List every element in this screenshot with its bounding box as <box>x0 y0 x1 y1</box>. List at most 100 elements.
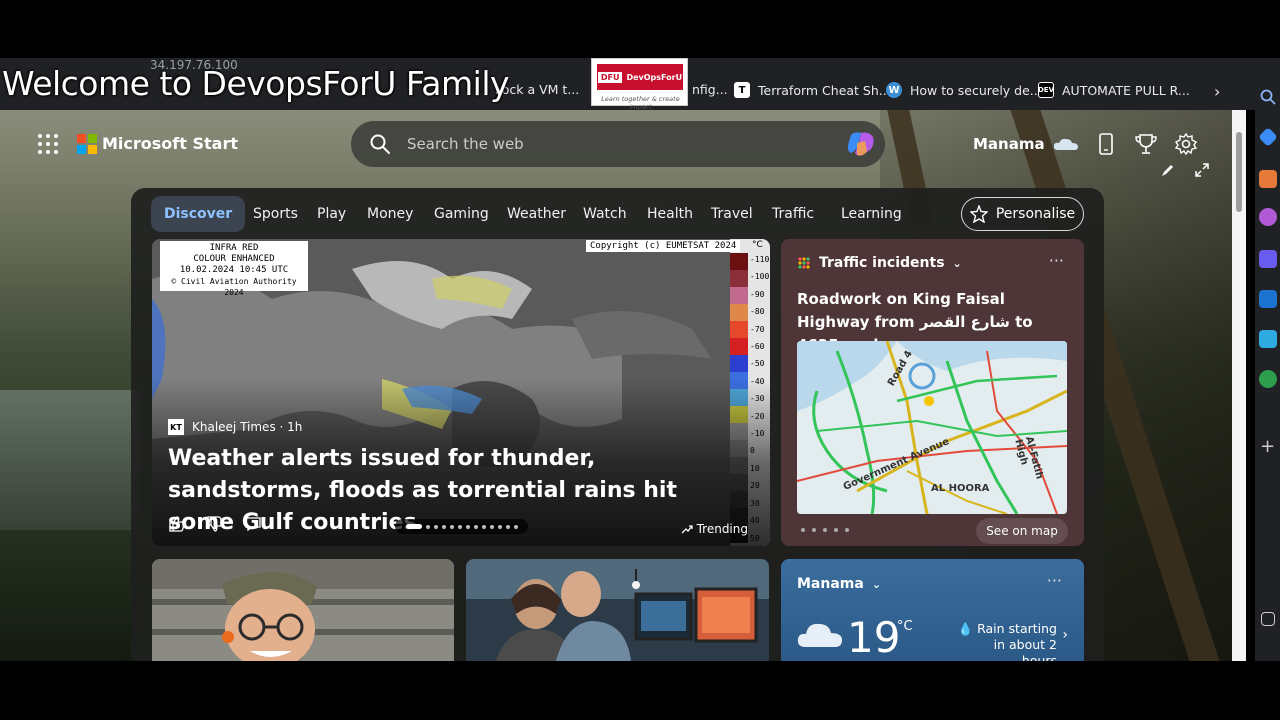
tab-traffic[interactable]: Traffic <box>772 196 814 232</box>
microsoft-logo-icon <box>77 134 97 154</box>
legend-value: -60 <box>750 342 765 352</box>
personalise-button[interactable]: Personalise <box>961 197 1084 231</box>
traffic-header-label: Traffic incidents <box>819 255 945 271</box>
edit-background-icon[interactable] <box>1160 162 1176 178</box>
traffic-card[interactable]: Traffic incidents ⌄ ··· Roadwork on King… <box>781 239 1084 546</box>
chevron-down-icon: ⌄ <box>952 256 962 270</box>
location-weather[interactable]: Manama <box>973 135 1079 153</box>
sidebar-search-icon[interactable] <box>1259 88 1277 106</box>
tab-health[interactable]: Health <box>647 196 693 232</box>
raindrop-icon: 💧 <box>957 621 974 636</box>
thumbs-up-icon[interactable] <box>168 515 186 533</box>
bookmark-config[interactable]: nfig... <box>692 82 728 97</box>
sidebar-tag-icon[interactable] <box>1258 127 1278 147</box>
sidebar-add-icon[interactable]: + <box>1260 436 1275 457</box>
hero-story-card[interactable]: INFRA RED COLOUR ENHANCED 10.02.2024 10:… <box>152 239 770 546</box>
traffic-header[interactable]: Traffic incidents ⌄ <box>797 255 962 271</box>
screen: 34.197.76.100 Lock a VM t... nfig... T T… <box>0 0 1280 720</box>
background-trees <box>0 530 140 661</box>
satellite-label-line: COLOUR ENHANCED <box>193 254 275 264</box>
trending-badge: Trending <box>681 522 748 536</box>
dfu-logo-tagline: Learn together & create impact <box>601 95 680 111</box>
settings-gear-icon[interactable] <box>1174 132 1198 156</box>
khaleej-times-icon: KT <box>168 419 184 435</box>
story-source-label: Khaleej Times · 1h <box>192 420 303 434</box>
bookmark-automate[interactable]: DEV AUTOMATE PULL R... <box>1038 82 1190 98</box>
see-on-map-button[interactable]: See on map <box>976 518 1068 544</box>
search-box[interactable]: Search the web <box>351 121 885 167</box>
thumbs-down-icon[interactable] <box>206 515 224 533</box>
cloudy-weather-icon <box>797 623 842 647</box>
tab-sports[interactable]: Sports <box>253 196 298 232</box>
sidebar-panel-icon[interactable] <box>1261 612 1275 626</box>
scrollbar-thumb[interactable] <box>1236 132 1242 212</box>
terraform-icon: T <box>734 82 750 98</box>
overlay-title: Welcome to DevopsForU Family <box>2 64 510 103</box>
bookmark-terraform[interactable]: T Terraform Cheat Sh... <box>734 82 891 98</box>
legend-value: -80 <box>750 307 765 317</box>
search-placeholder[interactable]: Search the web <box>407 135 524 153</box>
chevron-right-icon[interactable]: › <box>1062 627 1068 643</box>
sidebar-copilot-icon[interactable] <box>1259 250 1277 268</box>
story-card-person[interactable] <box>152 559 454 661</box>
tab-weather[interactable]: Weather <box>507 196 566 232</box>
more-options-icon[interactable]: ··· <box>1049 251 1064 270</box>
weather-rain-forecast[interactable]: 💧 Rain starting in about 2 hours <box>957 621 1057 661</box>
satellite-label-line: 10.02.2024 10:45 UTC <box>179 265 289 275</box>
bookmark-label: Terraform Cheat Sh... <box>758 82 891 98</box>
legend-value: -50 <box>750 359 765 369</box>
trending-label: Trending <box>696 522 748 536</box>
cloud-icon <box>1053 138 1078 150</box>
sidebar-games-icon[interactable] <box>1259 208 1277 226</box>
start-header: Microsoft Start Search the web Manama <box>0 110 1246 180</box>
tab-gaming[interactable]: Gaming <box>434 196 489 232</box>
tab-money[interactable]: Money <box>367 196 413 232</box>
rain-forecast-text: Rain starting in about 2 hours <box>977 621 1057 661</box>
story-image-person <box>152 559 454 661</box>
mobile-icon[interactable] <box>1094 132 1118 156</box>
traffic-map[interactable]: Road 4 Government Avenue AL HOORA Al-Fat… <box>797 341 1067 514</box>
sidebar-send-icon[interactable] <box>1259 330 1277 348</box>
search-icon <box>370 134 390 154</box>
more-options-icon[interactable]: ··· <box>1047 571 1062 590</box>
tab-play[interactable]: Play <box>317 196 346 232</box>
tab-watch[interactable]: Watch <box>583 196 627 232</box>
weather-city[interactable]: Manama ⌄ <box>797 576 881 592</box>
sidebar-tree-icon[interactable] <box>1259 370 1277 388</box>
tab-learning[interactable]: Learning <box>841 196 902 232</box>
dfu-logo-text: DFU <box>597 71 623 83</box>
sidebar-outlook-icon[interactable] <box>1259 290 1277 308</box>
sidebar-tools-icon[interactable] <box>1259 170 1277 188</box>
trending-arrow-icon <box>681 525 693 534</box>
app-launcher-icon[interactable] <box>38 134 58 154</box>
carousel-dots[interactable] <box>395 519 528 534</box>
satellite-label-line: © Civil Aviation Authority 2024 <box>171 277 297 297</box>
rewards-trophy-icon[interactable] <box>1134 132 1158 156</box>
legend-value: -90 <box>750 289 765 299</box>
weather-card[interactable]: Manama ⌄ ··· 19 °C 💧 Rain starting in ab… <box>781 559 1084 661</box>
legend-unit: °C <box>752 240 763 250</box>
dfu-logo-brand: DevOpsForU <box>626 72 683 82</box>
page-scrollbar[interactable] <box>1232 110 1246 661</box>
comment-icon[interactable] <box>244 515 262 533</box>
satellite-copyright: Copyright (c) EUMETSAT 2024 <box>586 240 741 252</box>
map-label-al-hoora: AL HOORA <box>931 483 990 494</box>
legend-value: -70 <box>750 324 765 334</box>
tab-discover[interactable]: Discover <box>151 196 246 232</box>
tab-travel[interactable]: Travel <box>711 196 753 232</box>
background-water <box>0 390 140 530</box>
bookmarks-more-icon[interactable]: › <box>1214 82 1220 101</box>
personalise-label: Personalise <box>995 206 1076 222</box>
bookmark-securely[interactable]: W How to securely de... <box>886 82 1042 98</box>
story-card-office[interactable] <box>466 559 769 661</box>
weather-temperature: 19 <box>847 613 901 661</box>
letterbox-bottom <box>0 661 1280 720</box>
legend-value: -100 <box>750 272 770 282</box>
traffic-carousel-dots[interactable] <box>801 528 849 532</box>
brand-name[interactable]: Microsoft Start <box>102 134 238 153</box>
satellite-label: INFRA RED COLOUR ENHANCED 10.02.2024 10:… <box>160 241 308 297</box>
copilot-icon[interactable] <box>845 129 877 159</box>
satellite-label-line: INFRA RED <box>209 243 259 253</box>
expand-icon[interactable] <box>1194 162 1210 178</box>
story-source[interactable]: KT Khaleej Times · 1h <box>168 419 302 435</box>
